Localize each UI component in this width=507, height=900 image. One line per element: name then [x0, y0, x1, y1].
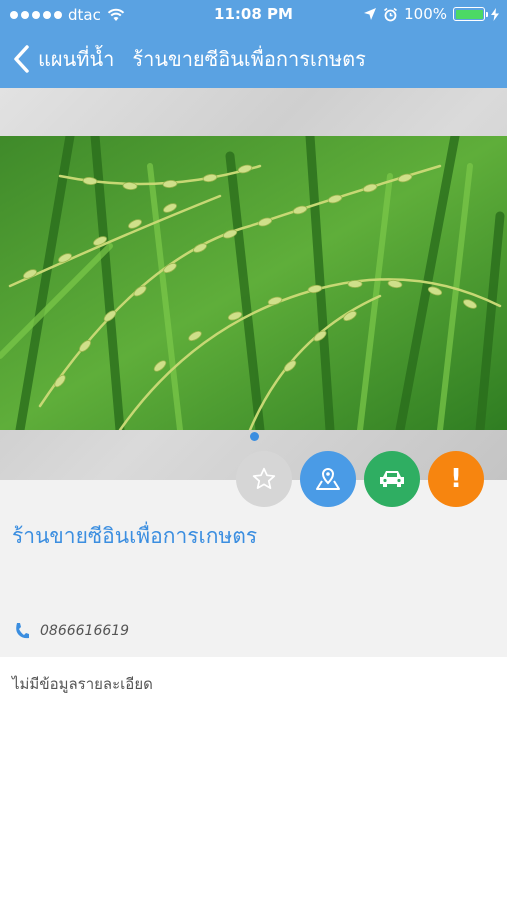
phone-number: 0866616619	[40, 623, 130, 639]
alarm-clock-icon	[384, 7, 398, 21]
star-outline-icon	[252, 467, 276, 489]
charging-bolt-icon	[491, 7, 499, 21]
battery-percent: 100%	[404, 5, 447, 23]
chevron-left-icon	[14, 45, 29, 73]
phone-row[interactable]: 0866616619	[14, 622, 129, 640]
navigation-bar: แผนที่น้ำ ร้านขายซีอินเพื่อการเกษตร	[0, 30, 507, 88]
back-label: แผนที่น้ำ	[38, 47, 115, 71]
report-button[interactable]: !	[428, 451, 484, 507]
phone-icon	[16, 623, 29, 639]
rice-plant-photo	[0, 136, 507, 430]
directions-button[interactable]	[364, 451, 420, 507]
battery-fill	[455, 9, 483, 19]
car-icon	[380, 471, 404, 487]
map-pin-icon	[316, 467, 340, 490]
location-arrow-icon	[364, 8, 377, 20]
status-right: 100%	[363, 5, 499, 23]
favorite-button[interactable]	[236, 451, 292, 507]
photo-carousel[interactable]	[0, 88, 507, 480]
page-title: ร้านขายซีอินเพื่อการเกษตร	[132, 47, 366, 71]
back-button[interactable]: แผนที่น้ำ	[0, 43, 114, 75]
app-header: dtac 11:08 PM 100% แผนที่น้ำ ร้านขายซีอิ…	[0, 0, 507, 88]
shop-name: ร้านขายซีอินเพื่อการเกษตร	[12, 524, 258, 548]
status-bar: dtac 11:08 PM 100%	[0, 0, 507, 30]
action-buttons: !	[0, 451, 507, 509]
details-text: ไม่มีข้อมูลรายละเอียด	[12, 675, 153, 693]
exclamation-icon: !	[450, 464, 462, 494]
carousel-page-indicator	[250, 432, 259, 441]
map-location-button[interactable]	[300, 451, 356, 507]
battery-icon	[453, 7, 488, 21]
